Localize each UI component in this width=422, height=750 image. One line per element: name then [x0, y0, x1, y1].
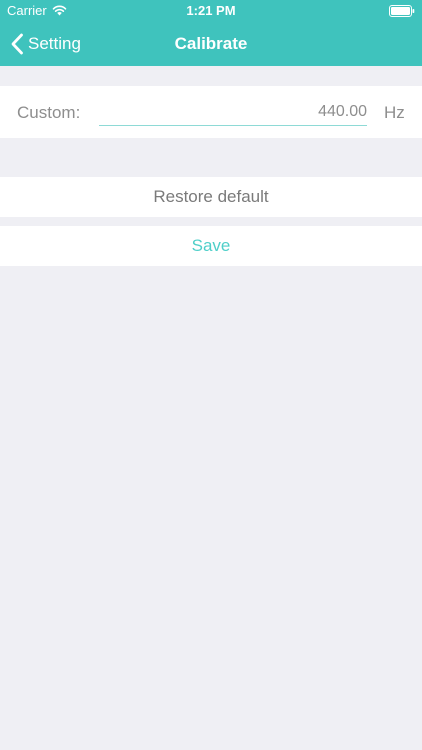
unit-label: Hz — [384, 103, 405, 122]
save-button[interactable]: Save — [0, 226, 422, 266]
status-time: 1:21 PM — [186, 3, 236, 18]
page-title: Calibrate — [174, 34, 248, 53]
navigation-bar: Setting Calibrate — [0, 22, 422, 66]
status-bar: Carrier 1:21 PM — [0, 0, 422, 22]
custom-frequency-row: Custom: Hz — [0, 86, 422, 138]
app-header: Carrier 1:21 PM Setting Calibrate — [0, 0, 422, 66]
custom-frequency-input[interactable] — [99, 98, 367, 126]
restore-default-button[interactable]: Restore default — [0, 177, 422, 217]
custom-label: Custom: — [17, 103, 81, 122]
battery-full-icon — [389, 5, 415, 17]
